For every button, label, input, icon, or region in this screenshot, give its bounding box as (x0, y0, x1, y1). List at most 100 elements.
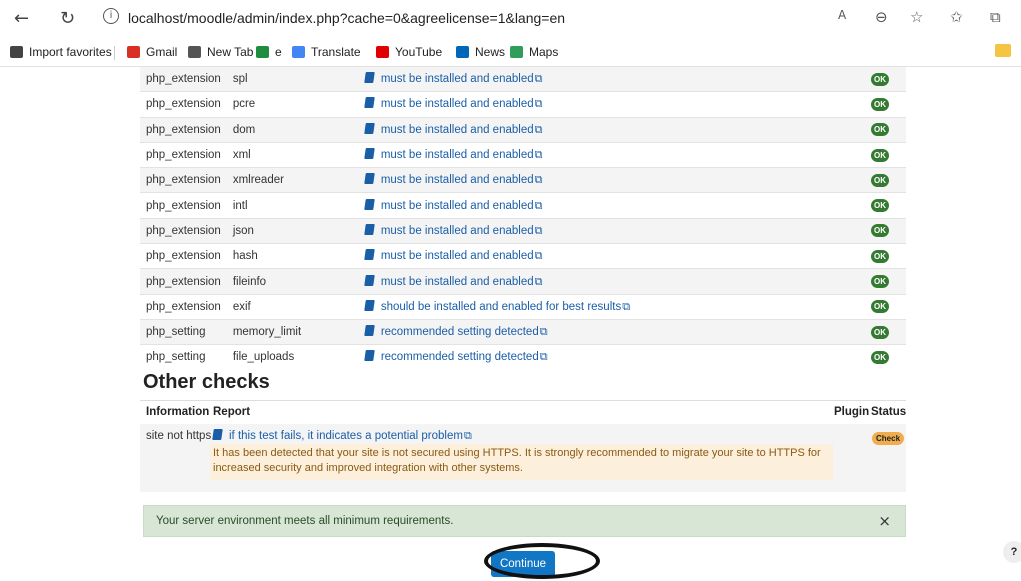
row-report-text: must be installed and enabled (380, 174, 534, 187)
row-name: php_extension (140, 141, 227, 168)
browser-address-bar: ← ↻ i localhost/moodle/admin/index.php?c… (0, 0, 1021, 38)
external-link-icon: ⧉ (534, 122, 543, 136)
ok-badge: OK (871, 350, 889, 364)
docs-book-icon (364, 122, 375, 134)
row-name: php_setting (140, 318, 227, 345)
row-name: php_extension (140, 217, 227, 244)
bookmark-item[interactable]: YouTube (376, 45, 442, 59)
row-status: OK (854, 293, 906, 320)
bookmark-item[interactable]: New Tab (188, 45, 253, 59)
ok-badge: OK (871, 325, 889, 339)
row-report-link[interactable]: must be installed and enabled⧉ (358, 65, 854, 92)
row-report-link[interactable]: must be installed and enabled⧉ (358, 116, 854, 143)
read-aloud-icon[interactable]: A (838, 8, 846, 22)
row-info: json (226, 217, 359, 244)
bookmark-favicon-icon (10, 46, 23, 58)
docs-book-icon (364, 274, 375, 286)
ok-badge: OK (871, 224, 889, 238)
row-report-link[interactable]: recommended setting detected⧉ (358, 344, 854, 370)
https-warning: It has been detected that your site is n… (210, 444, 833, 480)
bookmark-item[interactable]: News (456, 45, 505, 59)
bookmark-favicon-icon (456, 46, 469, 58)
favorites-icon[interactable]: ✩ (950, 8, 963, 26)
row-report-link[interactable]: must be installed and enabled⧉ (358, 91, 854, 118)
row-report-text: must be installed and enabled (380, 250, 534, 263)
check-info: site not https (146, 430, 212, 442)
row-report-link[interactable]: must be installed and enabled⧉ (358, 217, 854, 244)
row-name: php_extension (140, 116, 227, 143)
ok-badge: OK (871, 148, 889, 162)
close-icon[interactable]: × (878, 512, 891, 530)
row-info: fileinfo (226, 268, 359, 295)
docs-book-icon (364, 173, 375, 185)
site-info-icon[interactable]: i (103, 8, 119, 24)
row-status: OK (854, 192, 906, 219)
external-link-icon: ⧉ (539, 350, 548, 364)
row-name: php_setting (140, 344, 227, 370)
row-report-link[interactable]: must be installed and enabled⧉ (358, 243, 854, 269)
row-status: OK (854, 167, 906, 193)
bookmark-item[interactable]: Import favorites (10, 45, 112, 59)
external-link-icon: ⧉ (534, 97, 543, 111)
bookmark-item[interactable]: Translate (292, 45, 361, 59)
ok-badge: OK (871, 275, 889, 289)
table-row: php_extension xmlreader must be installed … (140, 167, 906, 193)
row-report-link[interactable]: should be installed and enabled for best… (358, 293, 854, 320)
row-name: php_extension (140, 91, 227, 118)
table-row: php_extension dom must be installed and en… (140, 116, 906, 143)
other-favorites-folder-icon[interactable] (995, 44, 1011, 57)
row-report-text: must be installed and enabled (380, 73, 534, 86)
add-favorite-icon[interactable]: ☆ (910, 8, 923, 26)
row-info: pcre (226, 91, 359, 118)
back-arrow-icon[interactable]: ← (14, 8, 29, 29)
row-status: OK (854, 141, 906, 168)
row-info: exif (226, 293, 359, 320)
row-report-text: must be installed and enabled (380, 199, 534, 212)
bookmark-favicon-icon (376, 46, 389, 58)
bookmark-favicon-icon (188, 46, 201, 58)
refresh-icon[interactable]: ↻ (60, 8, 75, 29)
collections-icon[interactable]: ⧉ (990, 8, 1001, 26)
ok-badge: OK (871, 123, 889, 137)
row-status: OK (854, 344, 906, 370)
row-info: dom (226, 116, 359, 143)
row-info: xmlreader (226, 167, 359, 193)
table-row: php_setting file_uploads recommended setti… (140, 344, 906, 370)
external-link-icon: ⧉ (539, 325, 548, 339)
url-field[interactable]: localhost/moodle/admin/index.php?cache=0… (128, 10, 565, 26)
table-row: php_extension spl must be installed and en… (140, 65, 906, 92)
bookmark-label: Maps (529, 45, 559, 59)
docs-book-icon (364, 325, 375, 337)
row-report-link[interactable]: must be installed and enabled⧉ (358, 141, 854, 168)
external-link-icon: ⧉ (622, 299, 631, 313)
bookmark-favicon-icon (127, 46, 140, 58)
ok-badge: OK (871, 72, 889, 86)
help-button[interactable]: ? (1003, 541, 1021, 563)
row-status: OK (854, 268, 906, 295)
ok-badge: OK (871, 173, 889, 187)
row-status: OK (854, 65, 906, 92)
check-report-link[interactable]: if this test fails, it indicates a poten… (212, 429, 472, 443)
row-status: OK (854, 116, 906, 143)
bookmark-item[interactable]: e (256, 45, 282, 59)
other-checks-header-row: Information Report Plugin Status (140, 400, 906, 425)
row-report-text: must be installed and enabled (380, 275, 534, 288)
row-report-link[interactable]: must be installed and enabled⧉ (358, 192, 854, 219)
zoom-icon[interactable]: ⊖ (875, 8, 888, 26)
row-name: php_extension (140, 243, 227, 269)
table-row: php_extension fileinfo must be installed a… (140, 268, 906, 295)
row-info: hash (226, 243, 359, 269)
row-report-link[interactable]: must be installed and enabled⧉ (358, 268, 854, 295)
row-report-link[interactable]: recommended setting detected⧉ (358, 318, 854, 345)
bookmark-item[interactable]: Gmail (127, 45, 177, 59)
bookmark-label: Import favorites (29, 45, 112, 59)
bookmark-item[interactable]: Maps (510, 45, 558, 59)
external-link-icon: ⧉ (534, 274, 543, 288)
table-row: php_extension xml must be installed and en… (140, 141, 906, 168)
external-link-icon: ⧉ (534, 148, 543, 162)
check-status-badge: Check (872, 432, 905, 445)
external-link-icon: ⧉ (534, 223, 543, 237)
row-report-link[interactable]: must be installed and enabled⧉ (358, 167, 854, 193)
row-name: php_extension (140, 293, 227, 320)
table-row: php_extension hash must be installed and e… (140, 243, 906, 269)
